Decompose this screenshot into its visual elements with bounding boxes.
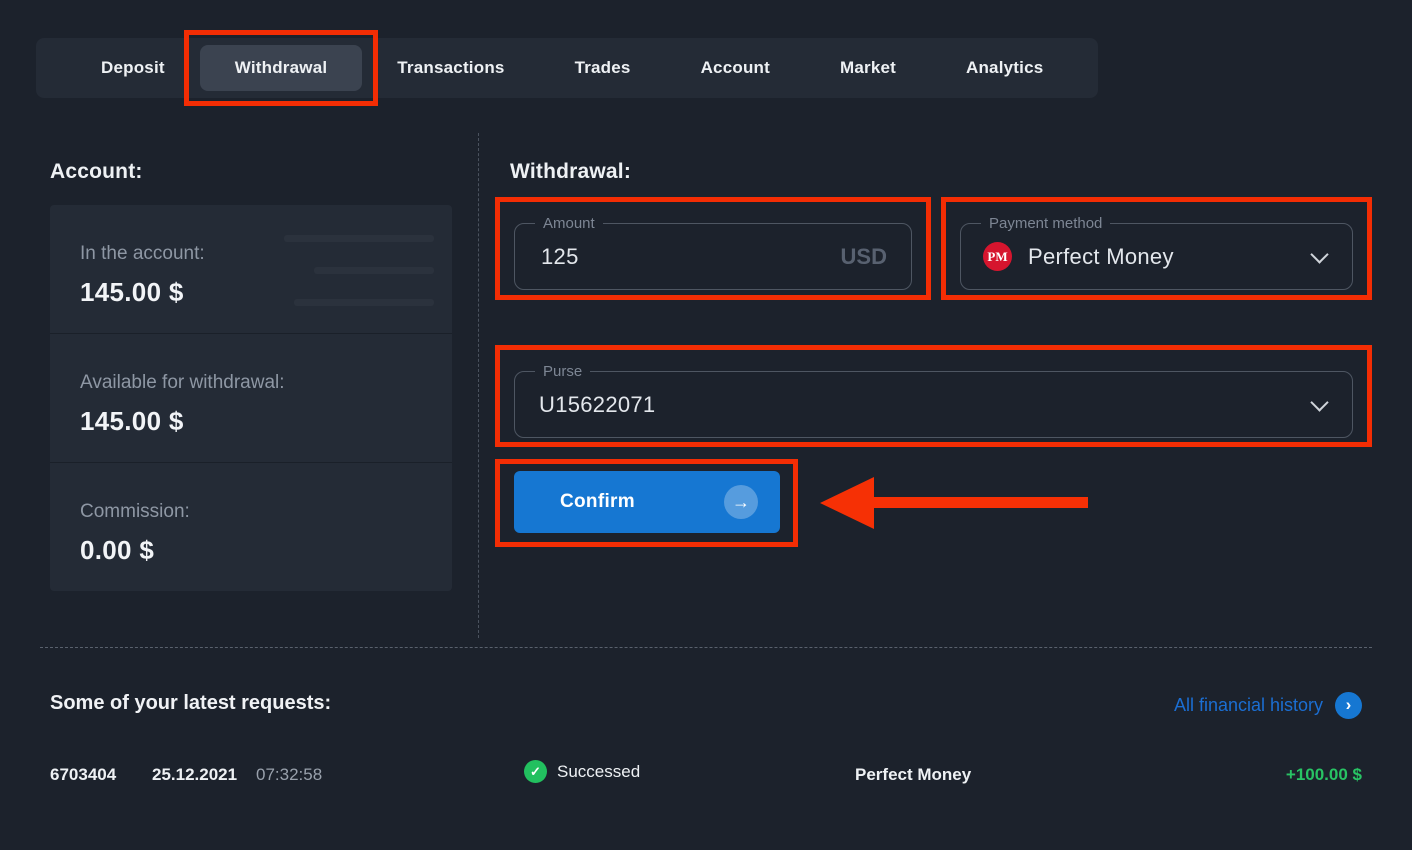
tab-withdrawal[interactable]: Withdrawal [200,45,363,91]
account-available-label: Available for withdrawal: [80,372,452,394]
account-commission-value: 0.00 $ [80,535,452,566]
skeleton-line [294,299,434,306]
request-time: 07:32:58 [256,765,322,785]
payment-method-select[interactable]: Payment method PM Perfect Money [960,223,1353,290]
account-heading: Account: [50,160,143,184]
horizontal-divider [40,647,1372,648]
check-icon: ✓ [524,760,547,783]
amount-field: Amount USD [514,223,912,290]
withdrawal-heading: Withdrawal: [510,160,631,184]
latest-requests-heading: Some of your latest requests: [50,692,331,715]
chevron-down-icon [1310,393,1328,411]
confirm-button-label: Confirm [560,491,635,513]
annotation-box-payment-method: Payment method PM Perfect Money [941,197,1372,300]
payment-method-label: Payment method [981,214,1110,233]
skeleton-line [284,235,434,242]
request-method: Perfect Money [855,765,971,785]
arrow-right-icon: → [724,485,758,519]
tab-market[interactable]: Market [805,45,931,91]
skeleton-line [314,267,434,274]
top-tab-bar: Deposit Withdrawal Transactions Trades A… [36,38,1098,98]
tab-trades[interactable]: Trades [540,45,666,91]
all-financial-history-label: All financial history [1174,695,1323,716]
perfect-money-icon: PM [983,242,1012,271]
payment-method-value: Perfect Money [1028,244,1174,270]
all-financial-history-link[interactable]: All financial history › [1174,692,1362,719]
red-arrow-annotation-head [820,477,874,529]
tab-account[interactable]: Account [666,45,805,91]
account-balance-label: In the account: [80,243,452,265]
account-row-available: Available for withdrawal: 145.00 $ [50,333,452,462]
purse-label: Purse [535,362,590,381]
purse-value: U15622071 [539,392,655,418]
currency-suffix: USD [841,244,887,270]
request-id: 6703404 [50,765,116,785]
chevron-down-icon [1310,245,1328,263]
annotation-box-confirm: Confirm → [495,459,798,547]
tab-analytics[interactable]: Analytics [931,45,1078,91]
account-available-value: 145.00 $ [80,406,452,437]
request-amount: +100.00 $ [1286,765,1362,785]
request-date: 25.12.2021 [152,765,237,785]
account-row-commission: Commission: 0.00 $ [50,462,452,591]
tab-deposit[interactable]: Deposit [66,45,200,91]
red-arrow-annotation-shaft [872,497,1088,508]
amount-input[interactable] [539,243,763,271]
tab-transactions[interactable]: Transactions [362,45,539,91]
account-row-balance: In the account: 145.00 $ [50,205,452,333]
account-summary-card: In the account: 145.00 $ Available for w… [50,205,452,591]
vertical-divider [478,133,479,638]
account-commission-label: Commission: [80,501,452,523]
chevron-right-icon: › [1335,692,1362,719]
annotation-box-amount: Amount USD [495,197,931,300]
amount-field-label: Amount [535,214,603,233]
purse-select[interactable]: Purse U15622071 [514,371,1353,438]
annotation-box-purse: Purse U15622071 [495,345,1372,447]
tab-withdrawal-label: Withdrawal [235,58,328,77]
request-row: 6703404 25.12.2021 07:32:58 ✓ Successed … [0,760,1412,794]
request-status: ✓ Successed [524,760,640,783]
confirm-button[interactable]: Confirm → [514,471,780,533]
request-status-label: Successed [557,762,640,782]
